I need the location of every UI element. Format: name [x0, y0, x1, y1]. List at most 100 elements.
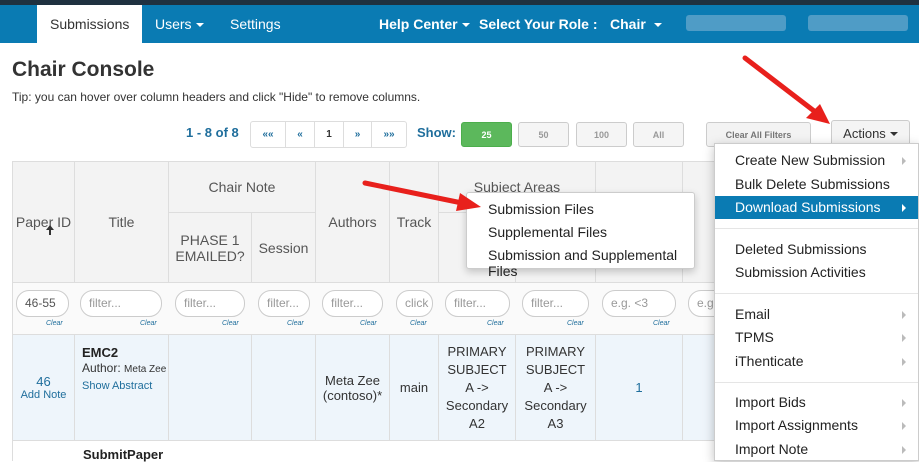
- red-arrow-icon: [742, 55, 830, 124]
- clear-link[interactable]: Clear: [410, 320, 427, 327]
- chevron-right-icon: [902, 204, 906, 212]
- nav-users[interactable]: Users: [155, 5, 204, 43]
- chevron-down-icon: [889, 131, 898, 136]
- paper-id-link[interactable]: 46: [36, 374, 50, 389]
- add-note-link[interactable]: Add Note: [21, 389, 67, 401]
- row-phase1-cell: [169, 335, 252, 441]
- menu-email[interactable]: Email: [715, 303, 918, 326]
- header-chair-note: Chair Note: [169, 161, 316, 213]
- count-link[interactable]: 1: [635, 380, 642, 395]
- menu-deleted-submissions[interactable]: Deleted Submissions: [715, 238, 918, 261]
- row-count-cell: 1: [596, 335, 683, 441]
- actions-menu: Create New Submission Bulk Delete Submis…: [714, 143, 919, 461]
- row-track-cell: main: [390, 335, 439, 441]
- menu-item-label: Email: [735, 306, 771, 322]
- author-line: Author: Meta Zee: [82, 360, 166, 378]
- menu-tpms[interactable]: TPMS: [715, 326, 918, 349]
- menu-item-label: Import Bids: [735, 394, 806, 410]
- header-title[interactable]: Title: [75, 161, 169, 283]
- nav-role-dropdown[interactable]: Chair: [610, 5, 662, 43]
- phase1-filter[interactable]: filter...: [175, 290, 245, 317]
- clear-link[interactable]: Clear: [567, 320, 584, 327]
- header-track[interactable]: Track: [390, 161, 439, 283]
- primary-filter[interactable]: filter...: [445, 290, 510, 317]
- author-label: Author:: [82, 361, 121, 375]
- first-page-button[interactable]: ««: [251, 122, 286, 147]
- clear-link[interactable]: Clear: [46, 320, 63, 327]
- submenu-submission-and-supplemental[interactable]: Submission and Supplemental Files: [488, 247, 694, 279]
- header-phase1[interactable]: PHASE 1 EMAILED?: [169, 213, 252, 283]
- menu-bulk-delete-submissions[interactable]: Bulk Delete Submissions: [715, 173, 918, 196]
- nav-users-label: Users: [155, 16, 192, 32]
- track-filter[interactable]: click: [396, 290, 433, 317]
- chevron-right-icon: [902, 422, 906, 430]
- chevron-down-icon: [195, 23, 204, 28]
- nav-help-center[interactable]: Help Center: [379, 5, 470, 43]
- clear-link[interactable]: Clear: [222, 320, 239, 327]
- menu-ithenticate[interactable]: iThenticate: [715, 350, 918, 373]
- menu-divider: [715, 228, 918, 229]
- secondary-filter[interactable]: filter...: [522, 290, 589, 317]
- submenu-supplemental-files[interactable]: Supplemental Files: [488, 224, 607, 240]
- last-page-button[interactable]: »»: [372, 122, 406, 147]
- submenu-submission-files[interactable]: Submission Files: [488, 201, 594, 217]
- nav-select-role-label: Select Your Role :: [479, 16, 598, 32]
- top-navbar: Submissions Users Settings Help Center S…: [0, 0, 919, 43]
- show-100-button[interactable]: 100: [576, 122, 627, 147]
- page-tip: Tip: you can hover over column headers a…: [12, 90, 421, 104]
- header-authors[interactable]: Authors: [316, 161, 390, 283]
- clear-link[interactable]: Clear: [360, 320, 377, 327]
- show-50-button[interactable]: 50: [518, 122, 569, 147]
- nav-submissions[interactable]: Submissions: [37, 5, 143, 43]
- title-filter[interactable]: filter...: [80, 290, 162, 317]
- menu-submission-activities[interactable]: Submission Activities: [715, 261, 918, 284]
- chevron-down-icon: [653, 23, 662, 28]
- session-filter[interactable]: filter...: [258, 290, 310, 317]
- show-25-button[interactable]: 25: [461, 122, 512, 147]
- menu-download-submissions[interactable]: Download Submissions: [715, 196, 918, 219]
- page-1-button[interactable]: 1: [315, 122, 344, 147]
- chevron-down-icon: [461, 23, 470, 28]
- authors-filter[interactable]: filter...: [322, 290, 383, 317]
- show-label: Show:: [417, 125, 456, 140]
- show-abstract-link[interactable]: Show Abstract: [82, 380, 152, 392]
- chevron-right-icon: [902, 446, 906, 454]
- author-name: Meta Zee: [124, 364, 167, 375]
- chevron-right-icon: [902, 399, 906, 407]
- menu-create-new-submission[interactable]: Create New Submission: [715, 149, 918, 172]
- nav-settings[interactable]: Settings: [230, 5, 281, 43]
- prev-page-button[interactable]: «: [286, 122, 315, 147]
- user-menu-redacted[interactable]: [808, 15, 908, 31]
- clear-link[interactable]: Clear: [287, 320, 304, 327]
- pager: «« « 1 » »»: [250, 121, 407, 148]
- menu-item-label: Download Submissions: [735, 199, 881, 215]
- clear-link[interactable]: Clear: [140, 320, 157, 327]
- paper-title[interactable]: SubmitPaper: [83, 447, 163, 462]
- nav-help-center-label: Help Center: [379, 16, 458, 32]
- header-paper-id[interactable]: Paper ID: [12, 161, 75, 283]
- menu-item-label: Create New Submission: [735, 152, 886, 168]
- clear-link[interactable]: Clear: [487, 320, 504, 327]
- page-title: Chair Console: [12, 58, 155, 81]
- chevron-right-icon: [902, 311, 906, 319]
- clear-link[interactable]: Clear: [653, 320, 670, 327]
- show-all-button[interactable]: All: [633, 122, 684, 147]
- row-title-cell: EMC2 Author: Meta Zee Show Abstract: [75, 335, 169, 441]
- chevron-right-icon: [902, 157, 906, 165]
- menu-item-label: iThenticate: [735, 353, 804, 369]
- next-page-button[interactable]: »: [344, 122, 372, 147]
- menu-divider: [715, 382, 918, 383]
- paper-title[interactable]: EMC2: [82, 345, 118, 360]
- menu-item-label: Import Note: [735, 441, 809, 457]
- menu-item-label: Import Assignments: [735, 417, 858, 433]
- menu-import-note[interactable]: Import Note: [715, 438, 918, 461]
- header-session[interactable]: Session: [252, 213, 316, 283]
- download-submenu: Submission Files Supplemental Files Subm…: [466, 192, 695, 279]
- row-authors-cell: Meta Zee (contoso)*: [316, 335, 390, 441]
- user-name-redacted[interactable]: [686, 15, 786, 31]
- menu-import-assignments[interactable]: Import Assignments: [715, 414, 918, 437]
- paper-id-filter[interactable]: 46-55: [16, 290, 69, 317]
- chevron-right-icon: [902, 334, 906, 342]
- count-filter[interactable]: e.g. <3: [602, 290, 676, 317]
- menu-import-bids[interactable]: Import Bids: [715, 391, 918, 414]
